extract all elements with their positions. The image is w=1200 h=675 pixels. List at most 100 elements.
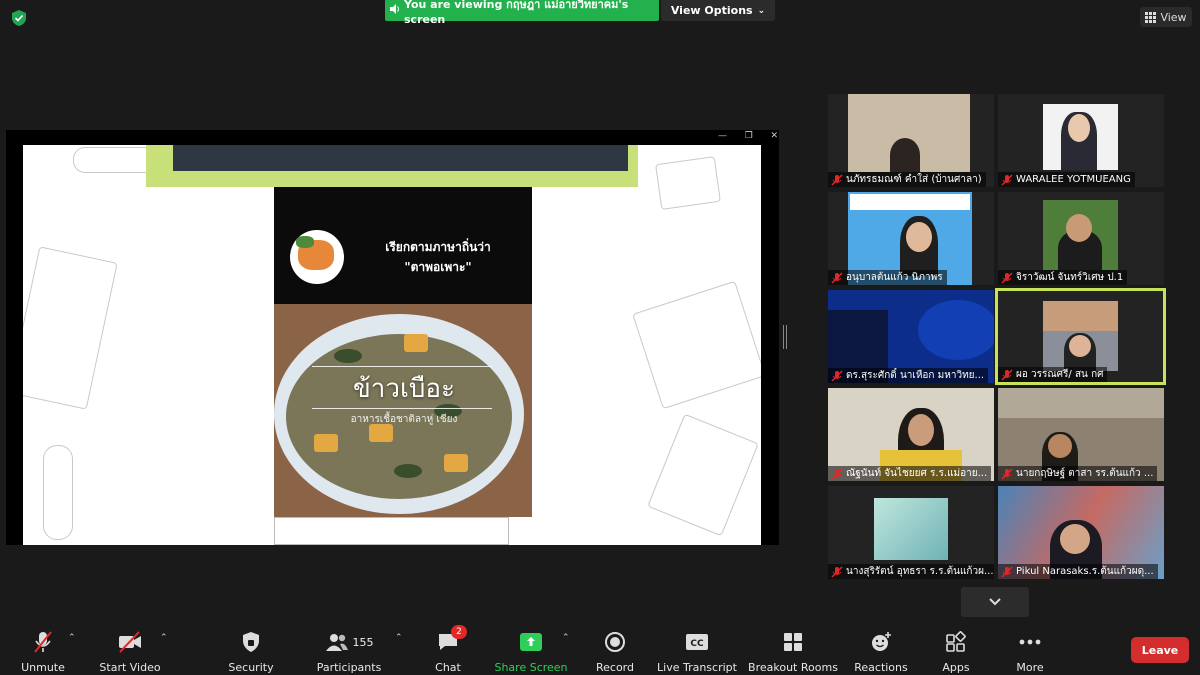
minimize-icon: — bbox=[718, 131, 727, 141]
participant-name-label: Pikul Narasaks.ร.ต้นแก้วผดุ... bbox=[998, 564, 1158, 579]
live-transcript-button[interactable]: CC Live Transcript bbox=[652, 630, 742, 674]
video-options-caret[interactable]: ⌃ bbox=[160, 633, 168, 643]
participant-tile[interactable]: นายกฤษิษฐ์ ตาสา รร.ต้นแก้ว ... bbox=[998, 388, 1164, 481]
title-rule-top bbox=[312, 366, 492, 367]
mic-muted-icon bbox=[1001, 272, 1013, 283]
window-controls: — ❐ ✕ bbox=[718, 131, 778, 145]
leave-button[interactable]: Leave bbox=[1131, 637, 1189, 663]
book-sketch bbox=[647, 413, 759, 537]
participant-name-label: ดร.สุระศักดิ์ นาเหือก มหาวิทย... bbox=[828, 368, 989, 383]
title-rule-bottom bbox=[312, 408, 492, 409]
breakout-rooms-icon bbox=[784, 633, 802, 651]
dish-title: ข้าวเบือะ bbox=[353, 374, 455, 404]
shield-icon bbox=[243, 632, 259, 652]
participant-name-label: อนุบาลต้นแก้ว นิภาพร bbox=[828, 270, 947, 285]
start-video-label: Start Video bbox=[99, 661, 161, 674]
participant-name-label: WARALEE YOTMUEANG bbox=[998, 172, 1135, 187]
view-layout-button[interactable]: View bbox=[1140, 7, 1192, 27]
participant-tile[interactable]: นภัทรธมณฑ์ คำใส่ (บ้านศาลา) bbox=[828, 94, 994, 187]
local-name-value: "ตาพอเพาะ" bbox=[404, 260, 472, 274]
food-card-header: เรียกตามภาษาถิ่นว่า "ตาพอเพาะ" bbox=[274, 187, 532, 304]
zoom-meeting-window: You are viewing กฤษฎา แม่อายวิทยาคม's sc… bbox=[0, 0, 1200, 675]
chat-unread-badge: 2 bbox=[451, 625, 467, 639]
resize-splitter[interactable] bbox=[783, 325, 787, 349]
participant-name-label: จิราวัฒน์ จันทร์วิเศษ ป.1 bbox=[998, 270, 1128, 285]
mic-muted-icon bbox=[1001, 566, 1013, 577]
share-screen-label: Share Screen bbox=[494, 661, 568, 674]
view-options-button[interactable]: View Options ⌄ bbox=[661, 0, 775, 21]
sticky-note-sketch bbox=[655, 156, 721, 210]
tablet-sketch bbox=[23, 246, 118, 410]
video-camera-off-icon bbox=[119, 631, 141, 653]
participants-options-caret[interactable]: ⌃ bbox=[395, 633, 403, 643]
more-label: More bbox=[1016, 661, 1044, 674]
security-button[interactable]: Security bbox=[206, 630, 296, 674]
keyboard-sketch bbox=[274, 517, 509, 545]
mic-muted-icon bbox=[1001, 174, 1013, 185]
unmute-label: Unmute bbox=[21, 661, 65, 674]
more-button[interactable]: More bbox=[985, 630, 1075, 674]
encryption-shield-icon[interactable] bbox=[10, 9, 28, 27]
chat-label: Chat bbox=[435, 661, 461, 674]
food-plate-image bbox=[290, 230, 344, 284]
participant-name-label: นางสุริรัตน์ อุทธรา ร.ร.ต้นแก้วผ... bbox=[828, 564, 994, 579]
participant-tile[interactable]: จิราวัฒน์ จันทร์วิเศษ ป.1 bbox=[998, 192, 1164, 285]
participants-button[interactable]: 155 Participants bbox=[304, 630, 394, 674]
apps-icon bbox=[946, 631, 966, 652]
closed-captions-icon: CC bbox=[686, 634, 708, 650]
participant-name-label: นายกฤษิษฐ์ ตาสา รร.ต้นแก้ว ... bbox=[998, 466, 1158, 481]
microphone-muted-icon bbox=[34, 631, 52, 653]
view-options-label: View Options bbox=[670, 4, 753, 17]
watch-sketch bbox=[43, 445, 73, 540]
record-icon bbox=[605, 632, 625, 652]
record-button[interactable]: Record bbox=[570, 630, 660, 674]
mic-muted-icon bbox=[831, 174, 843, 185]
participant-tile[interactable]: ณัฐนันท์ จันไชยยศ ร.ร.แม่อาย... bbox=[828, 388, 994, 481]
participant-tile[interactable]: นางสุริรัตน์ อุทธรา ร.ร.ต้นแก้วผ... bbox=[828, 486, 994, 579]
food-photo: ข้าวเบือะ อาหารเชื้อชาติลาหู่ เชียง bbox=[274, 304, 532, 517]
apps-label: Apps bbox=[942, 661, 970, 674]
shared-screen[interactable]: — ❐ ✕ เรียกตามภาษาถิ่นว่า "ตาพอเพาะ" ข้า… bbox=[6, 130, 779, 545]
breakout-rooms-button[interactable]: Breakout Rooms bbox=[748, 630, 838, 674]
participants-count: 155 bbox=[352, 635, 374, 649]
participant-tile-active-speaker[interactable]: ผอ วรรณศรี/ สน กศ bbox=[995, 288, 1166, 385]
chevron-down-icon bbox=[989, 598, 1001, 606]
participant-tile[interactable]: WARALEE YOTMUEANG bbox=[998, 94, 1164, 187]
participant-name-label: ผอ วรรณศรี/ สน กศ bbox=[998, 367, 1108, 382]
reactions-label: Reactions bbox=[854, 661, 908, 674]
leave-label: Leave bbox=[1141, 643, 1179, 657]
gallery-next-page-button[interactable] bbox=[961, 587, 1029, 617]
mic-muted-icon bbox=[1001, 369, 1013, 380]
participants-icon bbox=[325, 634, 348, 651]
restore-icon: ❐ bbox=[744, 131, 753, 141]
more-dots-icon bbox=[1019, 639, 1041, 645]
chevron-down-icon: ⌄ bbox=[757, 5, 766, 16]
breakout-rooms-label: Breakout Rooms bbox=[748, 661, 838, 674]
speaker-icon bbox=[389, 3, 401, 18]
security-label: Security bbox=[228, 661, 274, 674]
view-label: View bbox=[1160, 10, 1187, 24]
food-card: เรียกตามภาษาถิ่นว่า "ตาพอเพาะ" ข้าวเบือะ bbox=[274, 187, 532, 517]
meeting-toolbar: Unmute ⌃ Start Video ⌃ Security 155 Part… bbox=[0, 620, 1200, 675]
presentation-slide: เรียกตามภาษาถิ่นว่า "ตาพอเพาะ" ข้าวเบือะ bbox=[23, 145, 761, 545]
participant-tile[interactable]: ดร.สุระศักดิ์ นาเหือก มหาวิทย... bbox=[828, 290, 994, 383]
participant-tile[interactable]: Pikul Narasaks.ร.ต้นแก้วผดุ... bbox=[998, 486, 1164, 579]
participant-name-label: ณัฐนันท์ จันไชยยศ ร.ร.แม่อาย... bbox=[828, 466, 992, 481]
close-icon: ✕ bbox=[770, 131, 778, 141]
participant-tile[interactable]: อนุบาลต้นแก้ว นิภาพร bbox=[828, 192, 994, 285]
participant-name-label: นภัทรธมณฑ์ คำใส่ (บ้านศาลา) bbox=[828, 172, 986, 187]
mic-muted-icon bbox=[831, 566, 843, 577]
mic-muted-icon bbox=[831, 370, 843, 381]
audio-options-caret[interactable]: ⌃ bbox=[68, 633, 76, 643]
share-options-caret[interactable]: ⌃ bbox=[562, 633, 570, 643]
smiley-plus-icon bbox=[872, 632, 891, 651]
grid-icon bbox=[1145, 11, 1157, 23]
viewing-screen-text: You are viewing กฤษฎา แม่อายวิทยาคม's sc… bbox=[404, 0, 629, 26]
dish-subtitle: อาหารเชื้อชาติลาหู่ เชียง bbox=[350, 414, 458, 425]
share-screen-icon bbox=[520, 633, 542, 651]
mic-muted-icon bbox=[831, 272, 843, 283]
notebook-sketch bbox=[632, 280, 761, 410]
record-label: Record bbox=[595, 661, 634, 674]
svg-text:CC: CC bbox=[690, 639, 704, 649]
chat-button[interactable]: 2 Chat bbox=[403, 625, 493, 674]
